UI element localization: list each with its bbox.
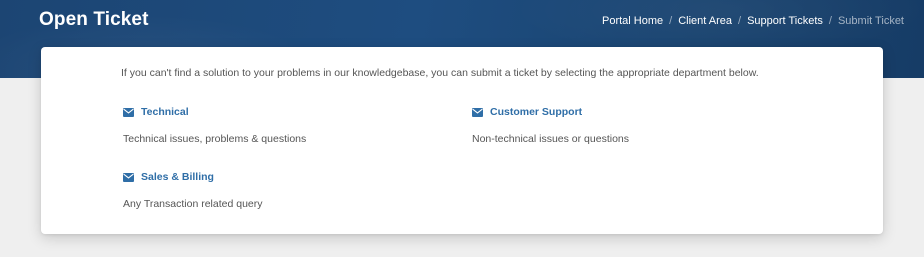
- department-technical: Technical Technical issues, problems & q…: [123, 106, 443, 145]
- department-name: Customer Support: [490, 106, 583, 118]
- page: Open Ticket Portal Home / Client Area / Supp…: [0, 0, 924, 257]
- intro-text: If you can't find a solution to your pro…: [121, 67, 759, 79]
- page-title: Open Ticket: [39, 9, 149, 30]
- department-customer-support: Customer Support Non-technical issues or…: [472, 106, 792, 145]
- department-link-technical[interactable]: Technical: [123, 106, 443, 118]
- department-description: Technical issues, problems & questions: [123, 133, 307, 145]
- breadcrumb-separator: /: [738, 15, 742, 27]
- envelope-icon: [472, 107, 483, 117]
- department-link-customer-support[interactable]: Customer Support: [472, 106, 792, 118]
- breadcrumb-separator: /: [669, 15, 673, 27]
- breadcrumb-support-tickets[interactable]: Support Tickets: [747, 15, 823, 27]
- department-sales-billing: Sales & Billing Any Transaction related …: [123, 171, 443, 210]
- department-name: Sales & Billing: [141, 171, 214, 183]
- department-description: Non-technical issues or questions: [472, 133, 629, 145]
- department-name: Technical: [141, 106, 189, 118]
- breadcrumb-separator: /: [828, 15, 832, 27]
- breadcrumb-portal-home[interactable]: Portal Home: [602, 15, 663, 27]
- department-description: Any Transaction related query: [123, 198, 263, 210]
- breadcrumb-client-area[interactable]: Client Area: [678, 15, 732, 27]
- envelope-icon: [123, 172, 134, 182]
- department-link-sales-billing[interactable]: Sales & Billing: [123, 171, 443, 183]
- breadcrumb-submit-ticket: Submit Ticket: [837, 15, 904, 27]
- department-card: If you can't find a solution to your pro…: [41, 47, 883, 234]
- envelope-icon: [123, 107, 134, 117]
- breadcrumb: Portal Home / Client Area / Support Tickets /…: [602, 15, 904, 27]
